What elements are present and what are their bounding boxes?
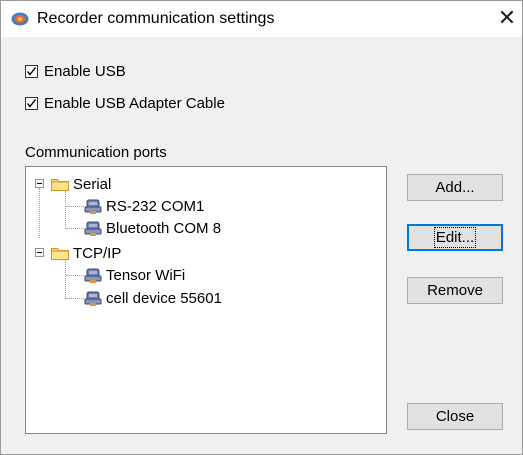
device-icon: [84, 199, 102, 214]
tree-connector: [39, 188, 40, 238]
tree-node-label: cell device 55601: [106, 289, 222, 307]
tree-node-label: Serial: [73, 175, 112, 193]
close-button-label: Close: [435, 408, 475, 425]
add-button-label: Add...: [435, 179, 475, 196]
edit-button-label: Edit...: [433, 227, 477, 248]
tree-node-label: Bluetooth COM 8: [106, 219, 222, 237]
enable-usb-label: Enable USB: [44, 62, 126, 80]
collapse-serial-toggle[interactable]: [35, 179, 44, 188]
device-icon: [84, 221, 102, 236]
enable-usb-adapter-checkbox[interactable]: [25, 96, 38, 110]
enable-usb-option[interactable]: Enable USB: [25, 61, 126, 81]
device-icon: [84, 291, 102, 306]
enable-usb-adapter-option[interactable]: Enable USB Adapter Cable: [25, 93, 225, 113]
remove-button-label: Remove: [427, 282, 483, 299]
tree-connector: [65, 191, 66, 229]
tree-node-tensor-wifi[interactable]: Tensor WiFi: [84, 265, 185, 285]
remove-button[interactable]: Remove: [407, 277, 503, 304]
tree-node-label: RS-232 COM1: [106, 197, 205, 215]
tree-node-cell-device[interactable]: cell device 55601: [84, 288, 222, 308]
tree-connector: [66, 228, 84, 229]
enable-usb-adapter-label: Enable USB Adapter Cable: [44, 94, 225, 112]
collapse-tcpip-toggle[interactable]: [35, 248, 44, 257]
edit-button[interactable]: Edit...: [407, 224, 503, 251]
communication-ports-tree[interactable]: Serial RS-232 COM1 Bluetooth COM 8 TCP/I…: [25, 166, 387, 434]
tree-connector: [66, 275, 84, 276]
close-icon: ✕: [497, 5, 517, 30]
communication-ports-label: Communication ports: [25, 144, 167, 161]
tree-node-label: Tensor WiFi: [106, 266, 186, 284]
add-button[interactable]: Add...: [407, 174, 503, 201]
tree-node-tcpip[interactable]: TCP/IP: [51, 243, 121, 263]
window-title: Recorder communication settings: [37, 10, 275, 27]
tree-connector: [66, 206, 84, 207]
close-window-button[interactable]: ✕: [495, 6, 519, 30]
checkmark-icon: [26, 66, 37, 76]
app-icon: [11, 12, 29, 26]
folder-icon: [51, 248, 69, 260]
tree-node-bluetooth-com8[interactable]: Bluetooth COM 8: [84, 218, 221, 238]
tree-node-rs232-com1[interactable]: RS-232 COM1: [84, 196, 204, 216]
close-button[interactable]: Close: [407, 403, 503, 430]
tree-node-label: TCP/IP: [73, 244, 122, 262]
enable-usb-checkbox[interactable]: [25, 64, 38, 78]
title-bar[interactable]: Recorder communication settings ✕: [1, 1, 522, 37]
folder-icon: [51, 179, 69, 191]
dialog-window: Recorder communication settings ✕ Enable…: [0, 0, 523, 455]
tree-connector: [66, 298, 84, 299]
tree-connector: [65, 259, 66, 299]
tree-node-serial[interactable]: Serial: [51, 174, 111, 194]
device-icon: [84, 268, 102, 283]
checkmark-icon: [26, 98, 37, 108]
